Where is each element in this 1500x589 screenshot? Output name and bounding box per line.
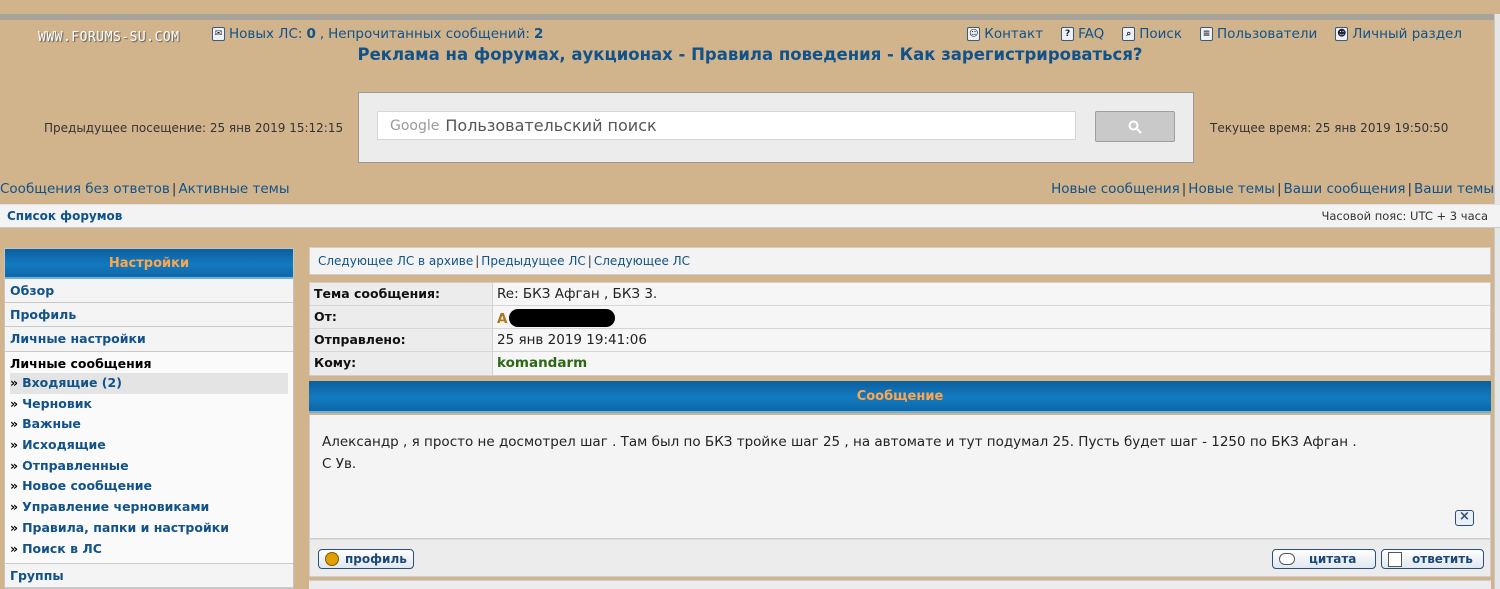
sidebar-item-important[interactable]: » Важные [10,414,293,435]
pm-info: ✉ Новых ЛС: 0, Непрочитанных сообщений: … [212,26,543,42]
nav-members[interactable]: ≡ Пользователи [1200,26,1317,42]
breadcrumb: Список форумов Часовой пояс: UTC + 3 час… [0,204,1500,228]
sent-row: Отправлено: 25 янв 2019 19:41:06 [310,329,1490,352]
unanswered-link[interactable]: Сообщения без ответов [0,181,170,197]
message-line-2: С Ув. [322,456,357,472]
nav-ucp[interactable]: ☻ Личный раздел [1335,26,1462,42]
pm-section-title: Личные сообщения [10,356,152,371]
search-placeholder: Пользовательский поиск [445,116,657,135]
from-row: От: А [310,306,1490,329]
message-info-table: Тема сообщения: Re: БКЗ Афган , БКЗ 3. О… [309,282,1491,376]
register-link[interactable]: Как зарегистрироваться? [900,45,1143,64]
redaction-mark [509,309,616,327]
next-pm-link[interactable]: Следующее ЛС [594,254,690,268]
sidebar-item-preferences[interactable]: Личные настройки [5,327,293,352]
bottom-bar [309,580,1491,589]
question-icon: ? [1061,27,1075,41]
message-nav: Следующее ЛС в архиве | Предыдущее ЛС | След… [309,247,1491,275]
message-body: Александр , я просто не досмотрел шаг . … [309,415,1491,539]
from-value: А [493,306,1490,328]
active-topics-link[interactable]: Активные темы [178,181,289,197]
forum-index-link[interactable]: Список форумов [7,209,122,223]
to-label: Кому: [310,352,493,375]
site-watermark: WWW.FORUMS-SU.COM [38,30,180,45]
profile-button[interactable]: профиль [318,549,414,569]
sidebar-item-drafts[interactable]: » Черновик [10,394,293,415]
previous-visit: Предыдущее посещение: 25 янв 2019 15:12:… [44,121,344,135]
search-input[interactable]: Google Пользовательский поиск [377,111,1076,140]
next-archived-pm-link[interactable]: Следующее ЛС в архиве [318,254,473,268]
sidebar-item-groups[interactable]: Группы [5,564,293,589]
nav-contact[interactable]: ☺ Контакт [967,26,1043,42]
new-pm-label: Новых ЛС: [229,26,303,42]
new-topics-link[interactable]: Новые темы [1188,181,1275,197]
user-icon: ☻ [1335,27,1349,41]
google-search-box: Google Пользовательский поиск [358,92,1194,163]
sent-label: Отправлено: [310,329,493,351]
search-icon: ⌕ [1122,27,1136,41]
sidebar-item-manage-drafts[interactable]: » Управление черновиками [10,497,293,518]
to-value: komandarm [493,352,1490,375]
subject-value: Re: БКЗ Афган , БКЗ 3. [493,283,1490,305]
sidebar-item-rules-folders[interactable]: » Правила, папки и настройки [10,518,293,539]
top-border [0,14,1500,20]
headline-links: Реклама на форумах, аукционах - Правила … [357,45,1143,64]
settings-sidebar: Настройки Обзор Профиль Личные настройки… [4,248,294,589]
quote-bubble-icon [1279,553,1295,565]
rules-link[interactable]: Правила поведения [691,45,881,64]
message-footer: профиль цитата ответить [309,539,1491,577]
scrollbar-track[interactable] [1494,14,1500,589]
unread-count[interactable]: 2 [534,26,543,42]
sidebar-title: Настройки [5,249,293,279]
close-icon[interactable]: × [1455,510,1474,526]
sidebar-item-overview[interactable]: Обзор [5,279,293,303]
search-button[interactable] [1095,111,1175,142]
new-posts-link[interactable]: Новые сообщения [1051,181,1180,197]
new-pm-count[interactable]: 0 [306,26,315,42]
previous-pm-link[interactable]: Предыдущее ЛС [481,254,585,268]
reply-button[interactable]: ответить [1381,549,1484,569]
to-row: Кому: komandarm [310,352,1490,375]
unread-label: Непрочитанных сообщений: [328,26,530,42]
envelope-icon: ✉ [212,27,225,41]
ads-link[interactable]: Реклама на форумах, аукционах [357,45,672,64]
your-posts-link[interactable]: Ваши сообщения [1284,181,1406,197]
message-line-1: Александр , я просто не досмотрел шаг . … [322,434,1357,450]
sidebar-item-sent[interactable]: » Отправленные [10,456,293,477]
quick-links-left: Сообщения без ответов | Активные темы [0,181,290,197]
sidebar-item-inbox[interactable]: » Входящие (2) [10,373,288,394]
nav-faq[interactable]: ? FAQ [1061,26,1104,42]
nav-search[interactable]: ⌕ Поиск [1122,26,1182,42]
search-icon [1128,120,1142,134]
subject-row: Тема сообщения: Re: БКЗ Афган , БКЗ 3. [310,283,1490,306]
sidebar-item-profile[interactable]: Профиль [5,303,293,327]
sidebar-section-pm: Личные сообщения » Входящие (2) » Черновик… [5,352,293,565]
sidebar-item-compose[interactable]: » Новое сообщение [10,476,293,497]
from-label: От: [310,306,493,328]
recipient-link[interactable]: komandarm [497,355,587,371]
sent-value: 25 янв 2019 19:41:06 [493,329,1490,351]
message-header: Сообщение [309,381,1491,413]
contact-icon: ☺ [967,27,981,41]
reply-note-icon [1388,551,1402,567]
top-right-nav: ☺ Контакт ? FAQ ⌕ Поиск ≡ Пользователи ☻ Личн… [967,26,1462,42]
user-icon [325,552,339,566]
sidebar-item-pm-search[interactable]: » Поиск в ЛС [10,539,293,560]
quick-links-right: Новые сообщения | Новые темы | Ваши сообщени… [1051,181,1494,197]
subject-label: Тема сообщения: [310,283,493,305]
your-topics-link[interactable]: Ваши темы [1414,181,1494,197]
list-icon: ≡ [1200,27,1213,41]
quote-button[interactable]: цитата [1272,549,1376,569]
current-time: Текущее время: 25 янв 2019 19:50:50 [1210,121,1449,135]
sidebar-item-outbox[interactable]: » Исходящие [10,435,293,456]
timezone: Часовой пояс: UTC + 3 часа [1321,209,1489,223]
google-label: Google [390,117,440,134]
sender-link[interactable]: А [497,311,507,327]
